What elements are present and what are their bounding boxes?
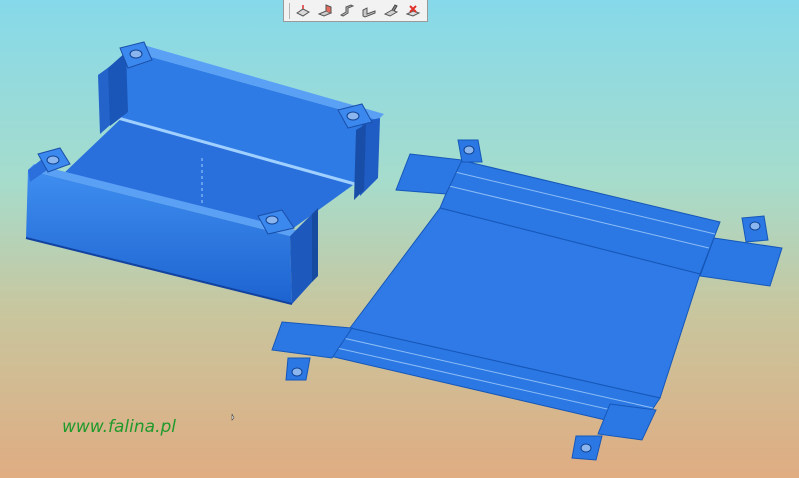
website-watermark: www.falina.pl [62, 417, 176, 437]
mouse-cursor-icon [231, 413, 235, 421]
flat-tab-top-right [699, 237, 783, 287]
flat-tab-hole [749, 221, 761, 231]
flat-tab-hole [463, 145, 475, 155]
box-tab-hole [265, 215, 279, 225]
box-tab-hole [46, 155, 60, 165]
flat-tab-hole [291, 367, 303, 377]
bent-box-part[interactable] [25, 41, 384, 305]
box-tab-hole [129, 49, 143, 59]
box-tab-hole [346, 111, 360, 121]
graphics-viewport[interactable] [0, 0, 799, 478]
flat-tab-hole [580, 443, 592, 453]
